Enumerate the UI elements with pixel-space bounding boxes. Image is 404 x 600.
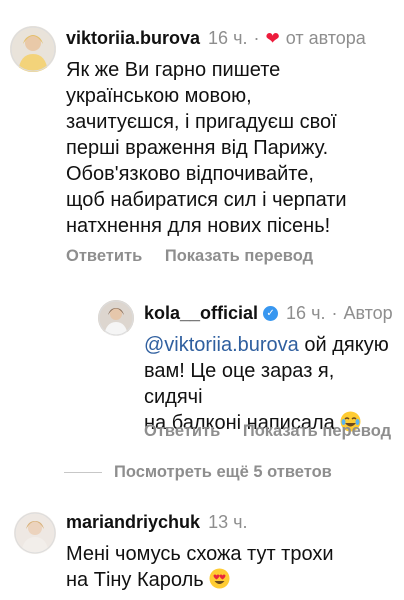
heart-eyes-emoji-icon	[209, 568, 230, 589]
comment-2-line: вам! Це оце зараз я, сидячі	[144, 360, 335, 408]
mention-link[interactable]: @viktoriia.burova	[144, 334, 299, 356]
comment-3-time: 13 ч.	[208, 512, 248, 532]
replies-divider-line	[64, 472, 102, 473]
author-label: Автор	[343, 303, 393, 323]
heart-icon: ❤	[265, 28, 280, 48]
comment-2-time: 16 ч.	[286, 303, 326, 323]
comment-3-text: Мені чомусь схожа тут трохи на Тіну Каро…	[66, 541, 334, 593]
comment-2-text: @viktoriia.burova ой дякую вам! Це оце з…	[144, 332, 394, 436]
reply-button[interactable]: Ответить	[66, 247, 142, 265]
show-translation-button[interactable]: Показать перевод	[165, 247, 313, 265]
comment-1-meta: viktoriia.burova 16 ч. · ❤ от автора	[66, 28, 366, 49]
comment-1-line: зачитуєшся, і пригадуєш свої	[66, 111, 337, 133]
reply-button[interactable]: Ответить	[144, 422, 220, 440]
comment-2-meta: kola__official ✓ 16 ч. · Автор	[144, 303, 393, 324]
comment-1-line: Обов'язково відпочивайте,	[66, 163, 314, 185]
username-viktoriia-burova[interactable]: viktoriia.burova	[66, 28, 200, 49]
comment-1-line: українською мовою,	[66, 85, 252, 107]
avatar-viktoriia-burova[interactable]	[10, 26, 56, 72]
comment-3-line: на Тіну Кароль	[66, 569, 204, 591]
view-more-replies-button[interactable]: Посмотреть ещё 5 ответов	[64, 463, 332, 482]
comment-1-line: натхнення для нових пісень!	[66, 215, 331, 237]
verified-badge-icon: ✓	[263, 306, 279, 321]
username-mariandriychuk[interactable]: mariandriychuk	[66, 512, 200, 533]
comment-2-line: ой дякую	[298, 334, 389, 356]
comment-1-text: Як же Ви гарно пишете українською мовою,…	[66, 57, 347, 239]
comment-1-line: перші враження від Парижу.	[66, 137, 329, 159]
avatar-kola-official[interactable]	[98, 300, 134, 336]
avatar-mariandriychuk[interactable]	[14, 512, 56, 554]
comment-3-meta: mariandriychuk 13 ч.	[66, 512, 247, 533]
comment-1-time: 16 ч.	[208, 28, 248, 48]
show-translation-button[interactable]: Показать перевод	[243, 422, 391, 440]
liked-by-author-label: от автора	[285, 28, 366, 48]
comment-1-actions: Ответить Показать перевод	[66, 247, 313, 266]
view-more-replies-label: Посмотреть ещё 5 ответов	[114, 463, 332, 481]
comment-1-line: щоб набиратися сил і черпати	[66, 189, 347, 211]
meta-dot: ·	[253, 28, 260, 48]
comment-3-line: Мені чомусь схожа тут трохи	[66, 543, 334, 565]
comment-2-actions: Ответить Показать перевод	[144, 422, 391, 441]
meta-dot: ·	[331, 303, 338, 323]
comment-1-line: Як же Ви гарно пишете	[66, 59, 281, 81]
username-kola-official[interactable]: kola__official	[144, 303, 258, 324]
